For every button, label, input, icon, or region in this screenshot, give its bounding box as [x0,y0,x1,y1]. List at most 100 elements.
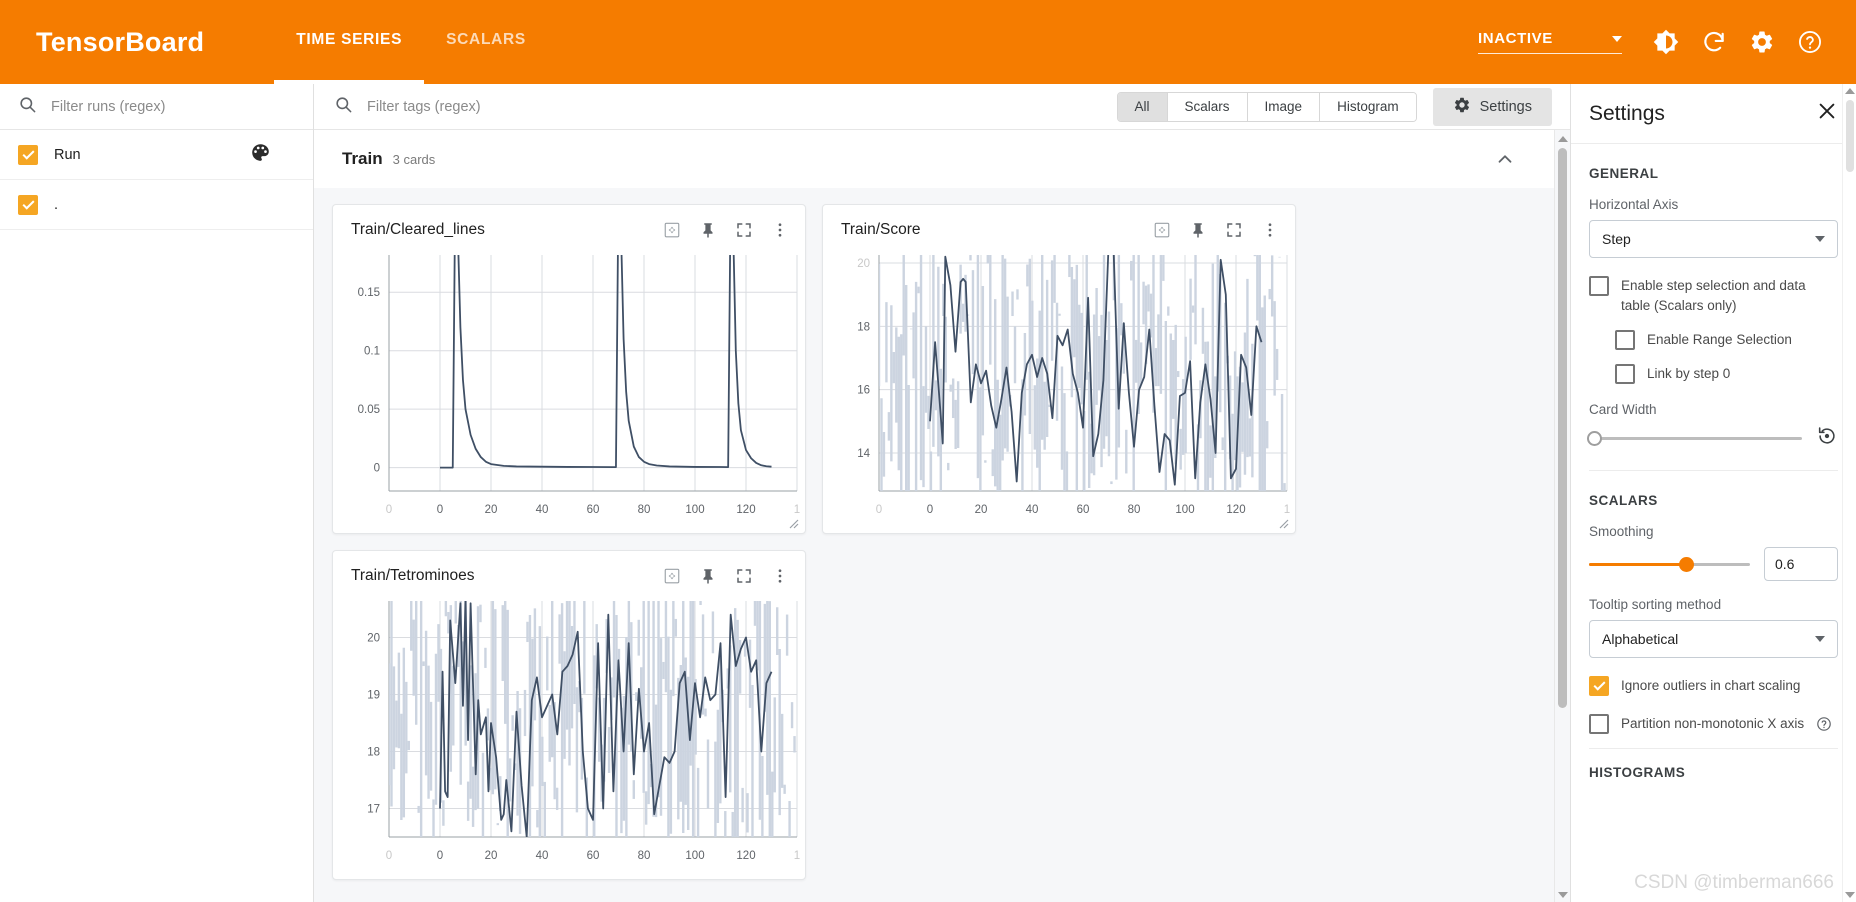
chevron-up-icon[interactable] [1494,148,1516,175]
link-by-step-checkbox[interactable] [1615,364,1635,384]
card-width-slider-row[interactable] [1587,425,1838,452]
more-options-icon[interactable] [767,563,793,589]
gear-icon [1453,96,1471,118]
pin-icon[interactable] [695,217,721,243]
svg-text:0: 0 [437,850,443,862]
gear-icon[interactable] [1738,18,1786,66]
scroll-down-arrow-icon[interactable] [1557,892,1568,898]
palette-icon[interactable] [250,142,271,168]
card-resize-handle[interactable] [1275,515,1289,529]
pin-icon[interactable] [1185,217,1211,243]
more-options-icon[interactable] [1257,217,1283,243]
card-group-header[interactable]: Train 3 cards [314,130,1554,188]
run-checkbox[interactable] [18,194,38,215]
card-title: Train/Cleared_lines [351,221,485,238]
step-selection-checkbox[interactable] [1589,276,1609,296]
filter-all[interactable]: All [1117,92,1168,121]
smoothing-slider-knob[interactable] [1678,556,1694,572]
svg-text:20: 20 [975,504,988,516]
reload-status-select[interactable]: INACTIVE [1478,30,1622,54]
link-by-step-label: Link by step 0 [1647,366,1731,381]
tag-filter-placeholder: Filter tags (regex) [367,98,481,115]
settings-button-label: Settings [1479,98,1532,115]
range-selection-checkbox[interactable] [1615,330,1635,350]
card-resize-handle[interactable] [785,515,799,529]
card-width-slider[interactable] [1587,431,1802,446]
step-selection-label: Enable step selection and data table (Sc… [1621,278,1806,313]
svg-text:60: 60 [587,850,600,862]
smoothing-input[interactable]: 0.6 [1764,547,1838,581]
fullscreen-icon[interactable] [731,563,757,589]
main-content: Filter tags (regex) All Scalars Image Hi… [314,84,1570,902]
runs-filter-row[interactable]: Filter runs (regex) [0,84,313,130]
reset-icon[interactable] [1816,425,1838,452]
svg-text:100: 100 [1175,504,1194,516]
card-cleared-lines: Train/Cleared_lines 0 0.05 0.1 0.15 0 0 … [332,204,806,534]
svg-text:80: 80 [638,850,651,862]
brightness-icon[interactable] [1642,18,1690,66]
settings-panel: Settings GENERAL Horizontal Axis Step En… [1570,84,1856,902]
tab-time-series[interactable]: TIME SERIES [274,0,425,84]
horizontal-axis-label: Horizontal Axis [1589,197,1679,212]
reload-status-label: INACTIVE [1478,30,1553,47]
scroll-down-arrow-icon[interactable] [1844,892,1855,898]
horizontal-axis-select[interactable]: Step [1589,220,1838,258]
help-icon[interactable] [1786,18,1834,66]
chart-tetrominoes[interactable]: 17 18 19 20 0 0 20 40 60 80 100 120 1 [333,601,805,879]
ignore-outliers-checkbox[interactable] [1589,676,1609,696]
refresh-icon[interactable] [1690,18,1738,66]
run-row-item[interactable]: . [0,180,313,230]
partition-x-axis-row[interactable]: Partition non-monotonic X axis [1589,714,1838,734]
fullscreen-icon[interactable] [731,217,757,243]
range-selection-label: Enable Range Selection [1647,332,1792,347]
run-checkbox-all[interactable] [18,144,38,165]
filter-scalars[interactable]: Scalars [1167,92,1248,121]
section-scalars: SCALARS [1589,493,1658,508]
run-row-header[interactable]: Run [0,130,313,180]
smoothing-slider-row[interactable]: 0.6 [1589,547,1838,581]
more-options-icon[interactable] [767,217,793,243]
svg-text:14: 14 [857,448,870,460]
ignore-outliers-row[interactable]: Ignore outliers in chart scaling [1589,676,1838,696]
run-label: . [54,196,59,213]
fit-to-domain-icon[interactable] [659,563,685,589]
fit-to-domain-icon[interactable] [1149,217,1175,243]
settings-toggle-button[interactable]: Settings [1432,87,1552,126]
chart-score[interactable]: 14 16 18 20 0 0 20 40 60 80 100 120 1 [823,255,1295,533]
settings-scrollbar[interactable] [1842,84,1856,902]
step-selection-row[interactable]: Enable step selection and data table (Sc… [1589,276,1838,316]
fullscreen-icon[interactable] [1221,217,1247,243]
tooltip-sort-select[interactable]: Alphabetical [1589,620,1838,658]
close-icon[interactable] [1816,100,1838,127]
pin-icon[interactable] [695,563,721,589]
svg-text:19: 19 [367,690,380,702]
svg-text:80: 80 [1128,504,1141,516]
partition-x-axis-label: Partition non-monotonic X axis [1621,716,1805,731]
svg-text:0: 0 [386,850,392,862]
card-tetrominoes: Train/Tetrominoes 17 18 19 20 0 0 20 40 … [332,550,806,880]
tab-scalars[interactable]: SCALARS [424,0,548,84]
svg-text:1: 1 [794,850,800,862]
svg-text:0: 0 [876,504,882,516]
scrollbar-thumb[interactable] [1845,100,1854,172]
scroll-up-arrow-icon[interactable] [1557,136,1568,142]
help-icon[interactable] [1816,716,1832,732]
range-selection-row[interactable]: Enable Range Selection [1615,330,1838,350]
settings-divider [1589,470,1838,471]
tag-filter-bar: Filter tags (regex) All Scalars Image Hi… [314,84,1570,130]
card-width-slider-knob[interactable] [1587,431,1602,446]
chart-cleared-lines[interactable]: 0 0.05 0.1 0.15 0 0 20 40 60 80 100 120 1 [333,255,805,533]
main-nav-tabs: TIME SERIES SCALARS [274,0,548,84]
partition-x-axis-checkbox[interactable] [1589,714,1609,734]
filter-histogram[interactable]: Histogram [1320,92,1416,121]
run-label: Run [54,146,81,163]
scrollbar-thumb[interactable] [1558,148,1567,708]
scroll-up-arrow-icon[interactable] [1844,88,1855,94]
search-icon [18,95,37,119]
smoothing-slider[interactable] [1589,556,1750,572]
cards-scrollbar[interactable] [1554,130,1570,902]
filter-image[interactable]: Image [1247,92,1321,121]
tag-filter-row[interactable]: Filter tags (regex) [314,95,1117,119]
link-by-step-row[interactable]: Link by step 0 [1615,364,1838,384]
fit-to-domain-icon[interactable] [659,217,685,243]
